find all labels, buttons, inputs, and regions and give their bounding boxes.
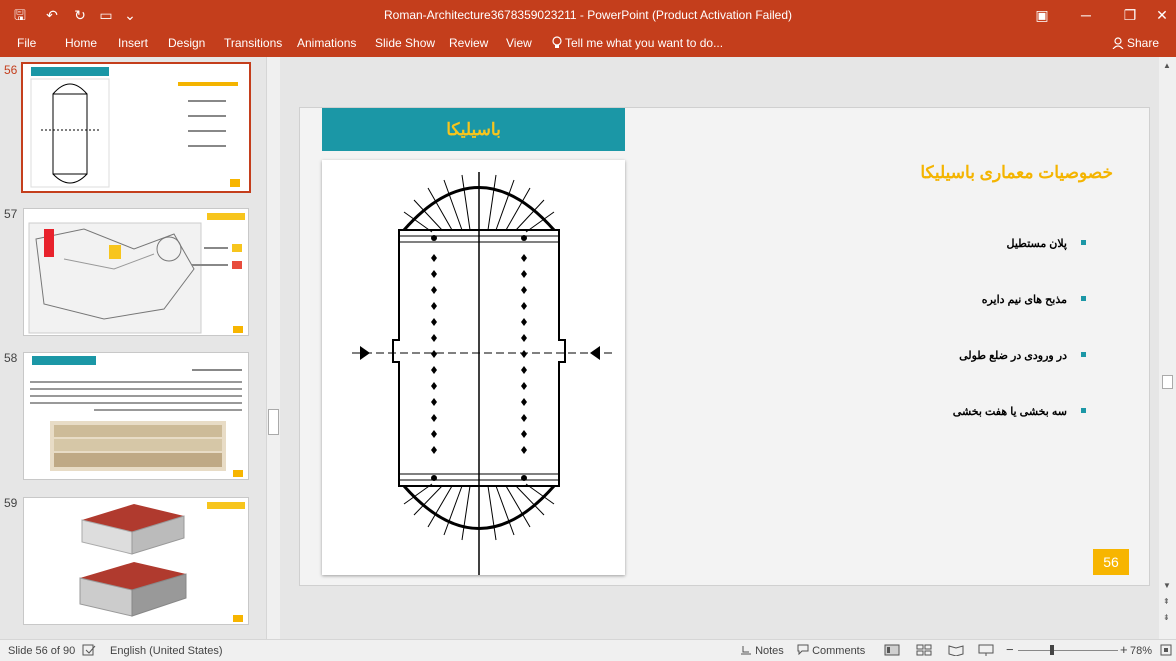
thumbnail-number: 58	[4, 351, 18, 365]
slideshow-icon[interactable]	[978, 644, 994, 660]
tab-transitions[interactable]: Transitions	[224, 34, 282, 52]
bullet-marker	[1081, 240, 1086, 245]
tab-insert[interactable]: Insert	[118, 34, 148, 52]
notes-icon	[741, 646, 751, 655]
spell-check-icon[interactable]	[82, 644, 96, 660]
zoom-level[interactable]: 78%	[1130, 644, 1152, 658]
ribbon-tabs: File Home Insert Design Transitions Anim…	[0, 30, 1176, 57]
slide-header-bar[interactable]: باسیلیکا	[322, 108, 625, 151]
lightbulb-icon	[552, 36, 562, 48]
comments-button[interactable]: Comments	[797, 644, 865, 658]
tab-animations[interactable]: Animations	[297, 34, 356, 52]
slide-editor: باسیلیکا خصوصیات معماری باسیلیکا پلان مس…	[282, 57, 1159, 639]
scroll-down-icon[interactable]: ▼	[1163, 581, 1171, 590]
editor-scrollbar-thumb[interactable]	[1162, 375, 1173, 389]
bullet-marker	[1081, 352, 1086, 357]
thumbnail-scrollbar[interactable]	[266, 57, 280, 639]
notes-button[interactable]: Notes	[740, 644, 784, 658]
reading-view-icon[interactable]	[948, 644, 964, 660]
person-icon	[1112, 37, 1124, 50]
tab-home[interactable]: Home	[65, 34, 97, 52]
thumbnail-59-preview	[79, 502, 245, 622]
slide-page-number[interactable]: 56	[1093, 549, 1129, 575]
basilica-floor-plan	[352, 172, 612, 575]
bullet-marker	[1081, 408, 1086, 413]
bullet-item[interactable]: مذبح های نیم دایره	[982, 293, 1067, 306]
close-button[interactable]: ✕	[1140, 0, 1176, 30]
zoom-in-icon[interactable]: +	[1120, 643, 1128, 656]
thumbnail-number: 57	[4, 207, 18, 221]
comment-icon	[797, 644, 809, 656]
language-indicator[interactable]: English (United States)	[110, 644, 223, 658]
thumbnail-slide-57[interactable]	[23, 208, 249, 336]
tab-slide-show[interactable]: Slide Show	[375, 34, 435, 52]
tell-me-search[interactable]: Tell me what you want to do...	[552, 34, 723, 52]
thumbnail-slide-56[interactable]	[21, 62, 251, 193]
slide-canvas[interactable]: باسیلیکا خصوصیات معماری باسیلیکا پلان مس…	[299, 107, 1150, 586]
share-button[interactable]: Share	[1112, 34, 1159, 52]
editor-scrollbar[interactable]: ▲ ▼ ⇞ ⇟	[1159, 57, 1176, 639]
thumbnail-58-preview	[30, 356, 243, 477]
share-label: Share	[1127, 36, 1160, 50]
thumbnail-scrollbar-thumb[interactable]	[268, 409, 279, 435]
slide-thumbnail-pane: 56 57 58 59	[0, 57, 264, 639]
thumbnail-slide-58[interactable]	[23, 352, 249, 480]
thumbnail-slide-59[interactable]	[23, 497, 249, 625]
scroll-up-icon[interactable]: ▲	[1163, 61, 1171, 70]
status-bar: Slide 56 of 90 English (United States) N…	[0, 639, 1176, 661]
zoom-slider-thumb[interactable]	[1050, 645, 1054, 655]
next-slide-icon[interactable]: ⇟	[1163, 613, 1170, 622]
tell-me-text: Tell me what you want to do...	[565, 36, 724, 50]
slide-sorter-icon[interactable]	[916, 644, 932, 660]
ribbon-display-options-button[interactable]: ▣	[1020, 0, 1064, 30]
tab-view[interactable]: View	[506, 34, 532, 52]
window-title: Roman-Architecture3678359023211 - PowerP…	[384, 8, 792, 22]
basilica-plan-image[interactable]	[322, 160, 625, 575]
bullet-marker	[1081, 296, 1086, 301]
normal-view-icon[interactable]	[884, 644, 900, 660]
minimize-button[interactable]: ─	[1064, 0, 1108, 30]
tab-design[interactable]: Design	[168, 34, 205, 52]
title-bar: 🖫 ↶ ↻ ▭ ⌄ Roman-Architecture367835902321…	[0, 0, 1176, 30]
bullet-item[interactable]: در ورودی در ضلع طولی	[959, 349, 1067, 362]
thumbnail-56-preview	[30, 67, 240, 188]
bullet-item[interactable]: سه بخشی یا هفت بخشی	[953, 405, 1067, 418]
slide-count: Slide 56 of 90	[8, 645, 76, 657]
previous-slide-icon[interactable]: ⇞	[1163, 597, 1170, 606]
thumbnail-number: 59	[4, 496, 18, 510]
thumbnail-number: 56	[4, 63, 18, 77]
zoom-out-icon[interactable]: −	[1006, 643, 1014, 656]
comments-label: Comments	[812, 645, 866, 657]
tab-file[interactable]: File	[17, 34, 36, 52]
zoom-slider-track[interactable]	[1018, 650, 1118, 651]
notes-label: Notes	[755, 645, 784, 657]
thumbnail-57-preview	[28, 213, 245, 334]
fit-slide-icon[interactable]	[1160, 644, 1172, 660]
tab-review[interactable]: Review	[449, 34, 488, 52]
slide-title[interactable]: خصوصیات معماری باسیلیکا	[920, 163, 1113, 183]
bullet-item[interactable]: پلان مستطیل	[1007, 237, 1067, 250]
